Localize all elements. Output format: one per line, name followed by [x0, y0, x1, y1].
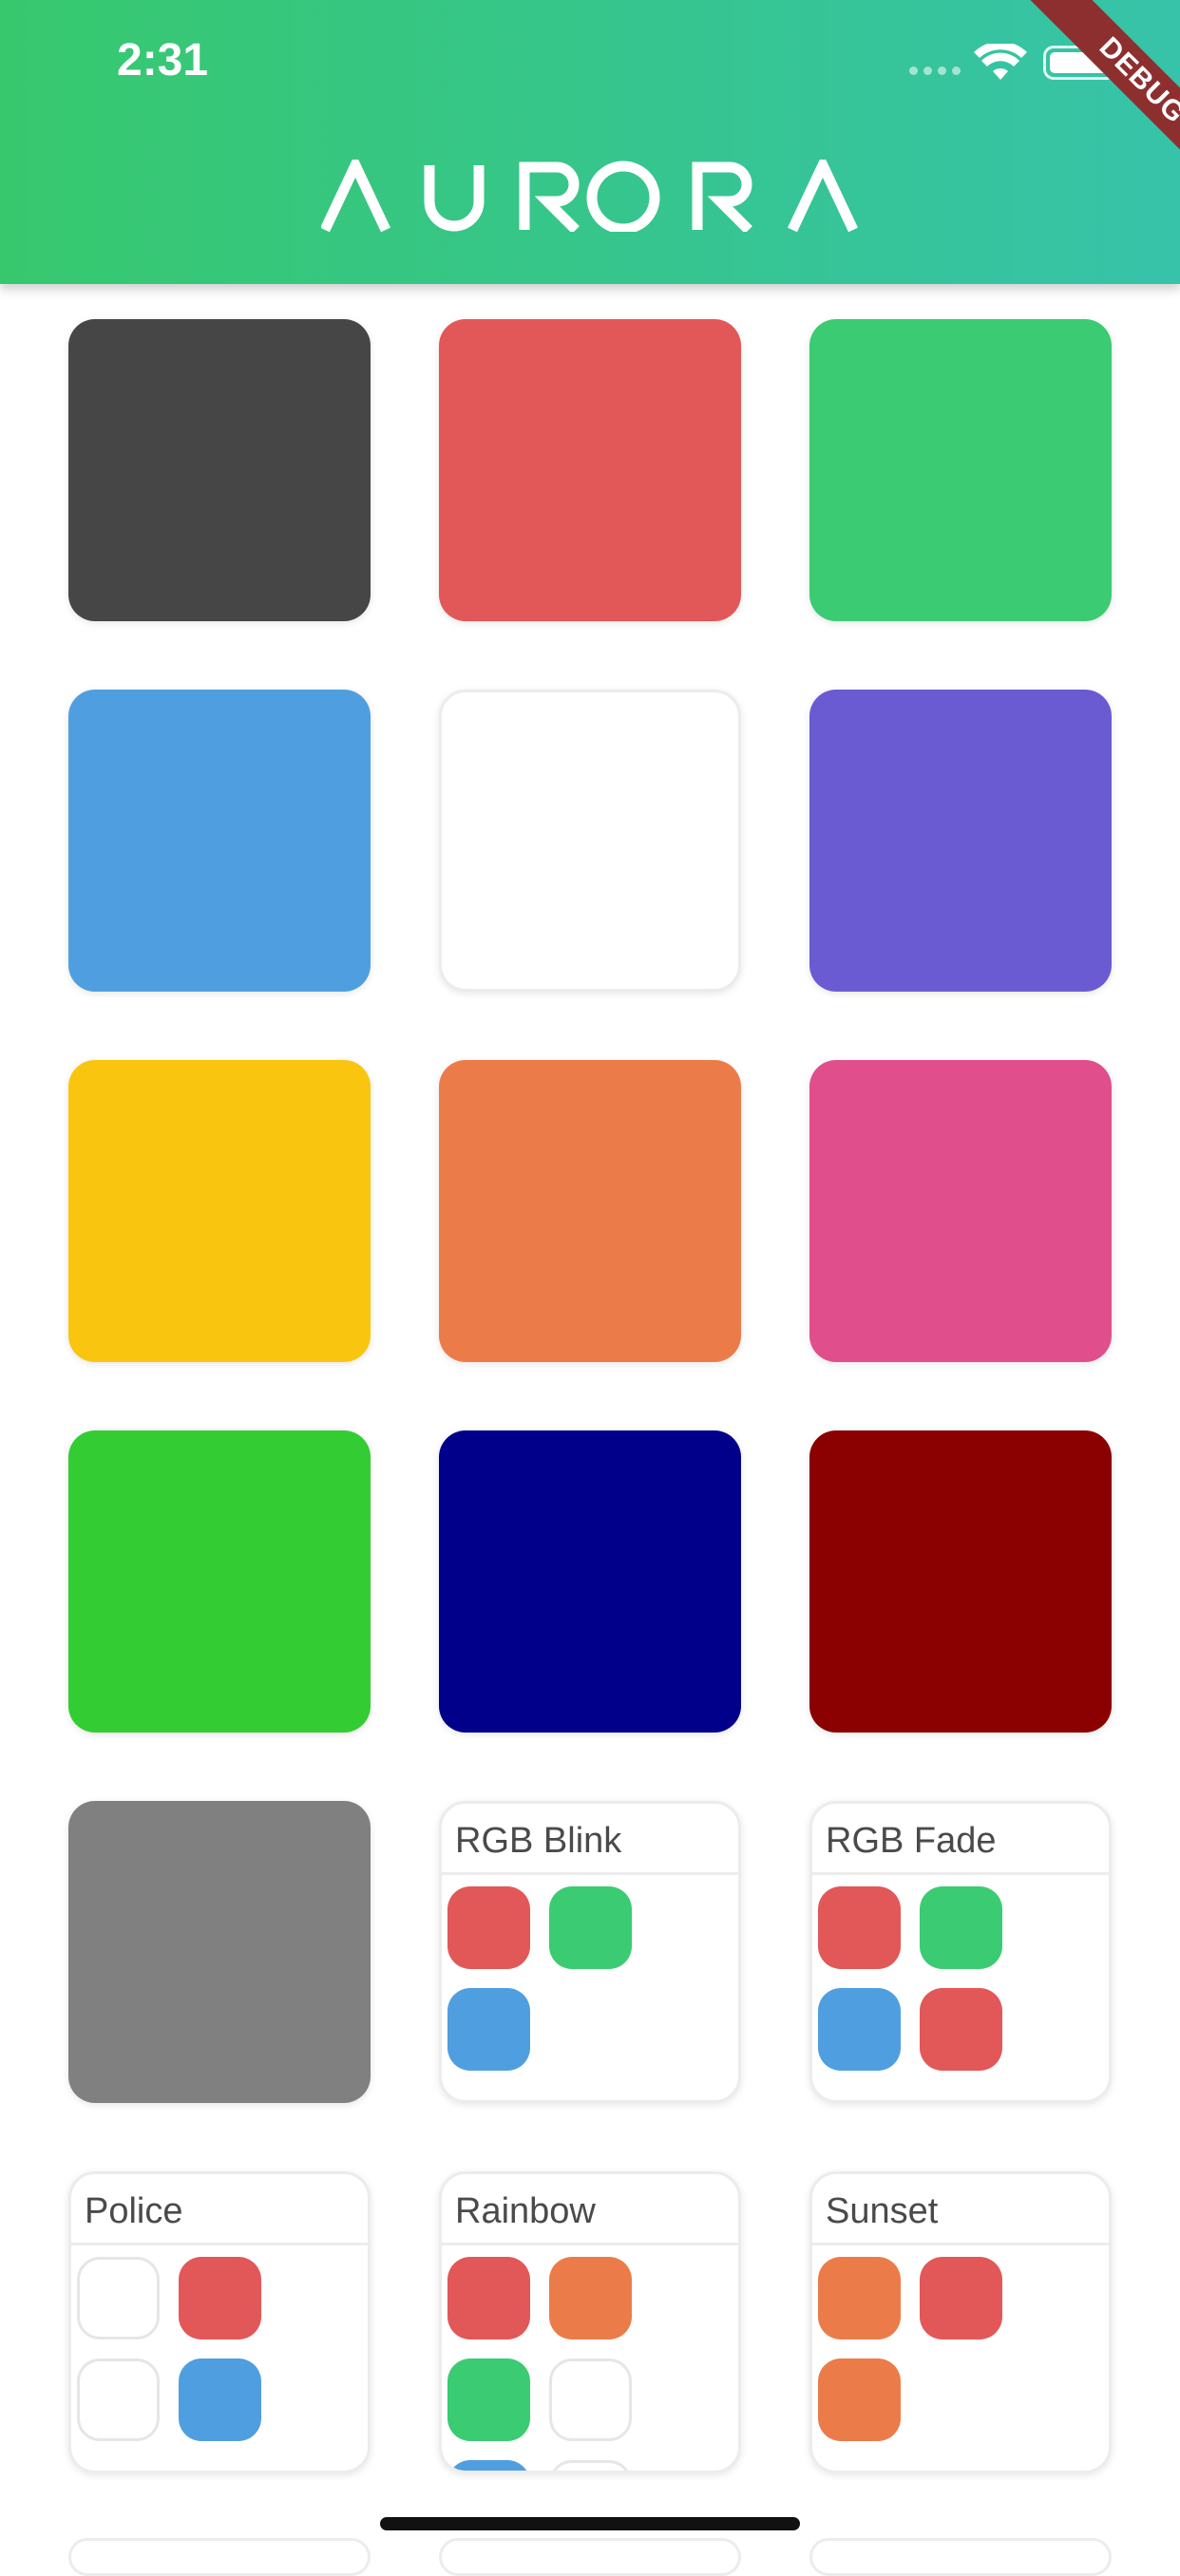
preset-swatch [920, 2257, 1002, 2339]
app-header: 2:31 [0, 0, 1180, 284]
color-tile-green[interactable] [809, 319, 1112, 621]
preset-swatch [549, 2358, 632, 2441]
color-tile-dark-gray[interactable] [68, 319, 371, 621]
preset-swatch [818, 2358, 901, 2441]
color-tile-purple[interactable] [809, 690, 1112, 992]
color-tile-lime[interactable] [68, 1430, 371, 1733]
color-tile-gray[interactable] [68, 1801, 371, 2103]
preset-swatch [179, 2257, 261, 2339]
preset-swatches [442, 1875, 738, 2071]
preset-swatch [549, 1886, 632, 1969]
color-tile-yellow[interactable] [68, 1060, 371, 1362]
preset-label: RGB Fade [812, 1804, 1109, 1875]
preset-swatch [920, 1886, 1002, 1969]
preset-swatch [447, 2460, 530, 2471]
preset-rainbow[interactable]: Rainbow [439, 2171, 741, 2473]
preset-swatch [179, 2358, 261, 2441]
preset-swatch [447, 2358, 530, 2441]
preset-swatch [447, 1886, 530, 1969]
color-tile-white[interactable] [439, 690, 741, 992]
preset-swatch [818, 2257, 901, 2339]
preset-rgb-fade[interactable]: RGB Fade [809, 1801, 1112, 2103]
preset-swatch [549, 2257, 632, 2339]
preset-label: Police [71, 2174, 368, 2245]
color-grid: RGB Blink RGB Fade Police Rainbow Sunset [68, 319, 1112, 2473]
preset-swatch [77, 2257, 160, 2339]
preset-swatch [818, 1886, 901, 1969]
next-row-tile[interactable] [809, 2538, 1112, 2576]
cellular-signal-icon [909, 66, 961, 75]
next-row-tile[interactable] [68, 2538, 371, 2576]
preset-swatch [818, 1988, 901, 2071]
preset-swatches [812, 1875, 1109, 2071]
preset-rgb-blink[interactable]: RGB Blink [439, 1801, 741, 2103]
color-tile-red[interactable] [439, 319, 741, 621]
color-tile-pink[interactable] [809, 1060, 1112, 1362]
aurora-logo [321, 160, 858, 232]
wifi-icon [974, 44, 1027, 80]
preset-swatch [447, 1988, 530, 2071]
color-tile-blue[interactable] [68, 690, 371, 992]
preset-sunset[interactable]: Sunset [809, 2171, 1112, 2473]
preset-swatch [77, 2358, 160, 2441]
color-tile-navy[interactable] [439, 1430, 741, 1733]
preset-swatch [447, 2257, 530, 2339]
preset-label: RGB Blink [442, 1804, 738, 1875]
status-time: 2:31 [117, 35, 209, 85]
preset-label: Rainbow [442, 2174, 738, 2245]
home-indicator[interactable] [380, 2517, 800, 2530]
preset-swatch [549, 2460, 632, 2471]
next-row-tile[interactable] [439, 2538, 741, 2576]
preset-police[interactable]: Police [68, 2171, 371, 2473]
preset-swatches [812, 2245, 1109, 2441]
color-tile-dark-red[interactable] [809, 1430, 1112, 1733]
preset-label: Sunset [812, 2174, 1109, 2245]
preset-swatches [442, 2245, 738, 2471]
preset-swatch [920, 1988, 1002, 2071]
color-tile-orange[interactable] [439, 1060, 741, 1362]
preset-swatches [71, 2245, 368, 2441]
